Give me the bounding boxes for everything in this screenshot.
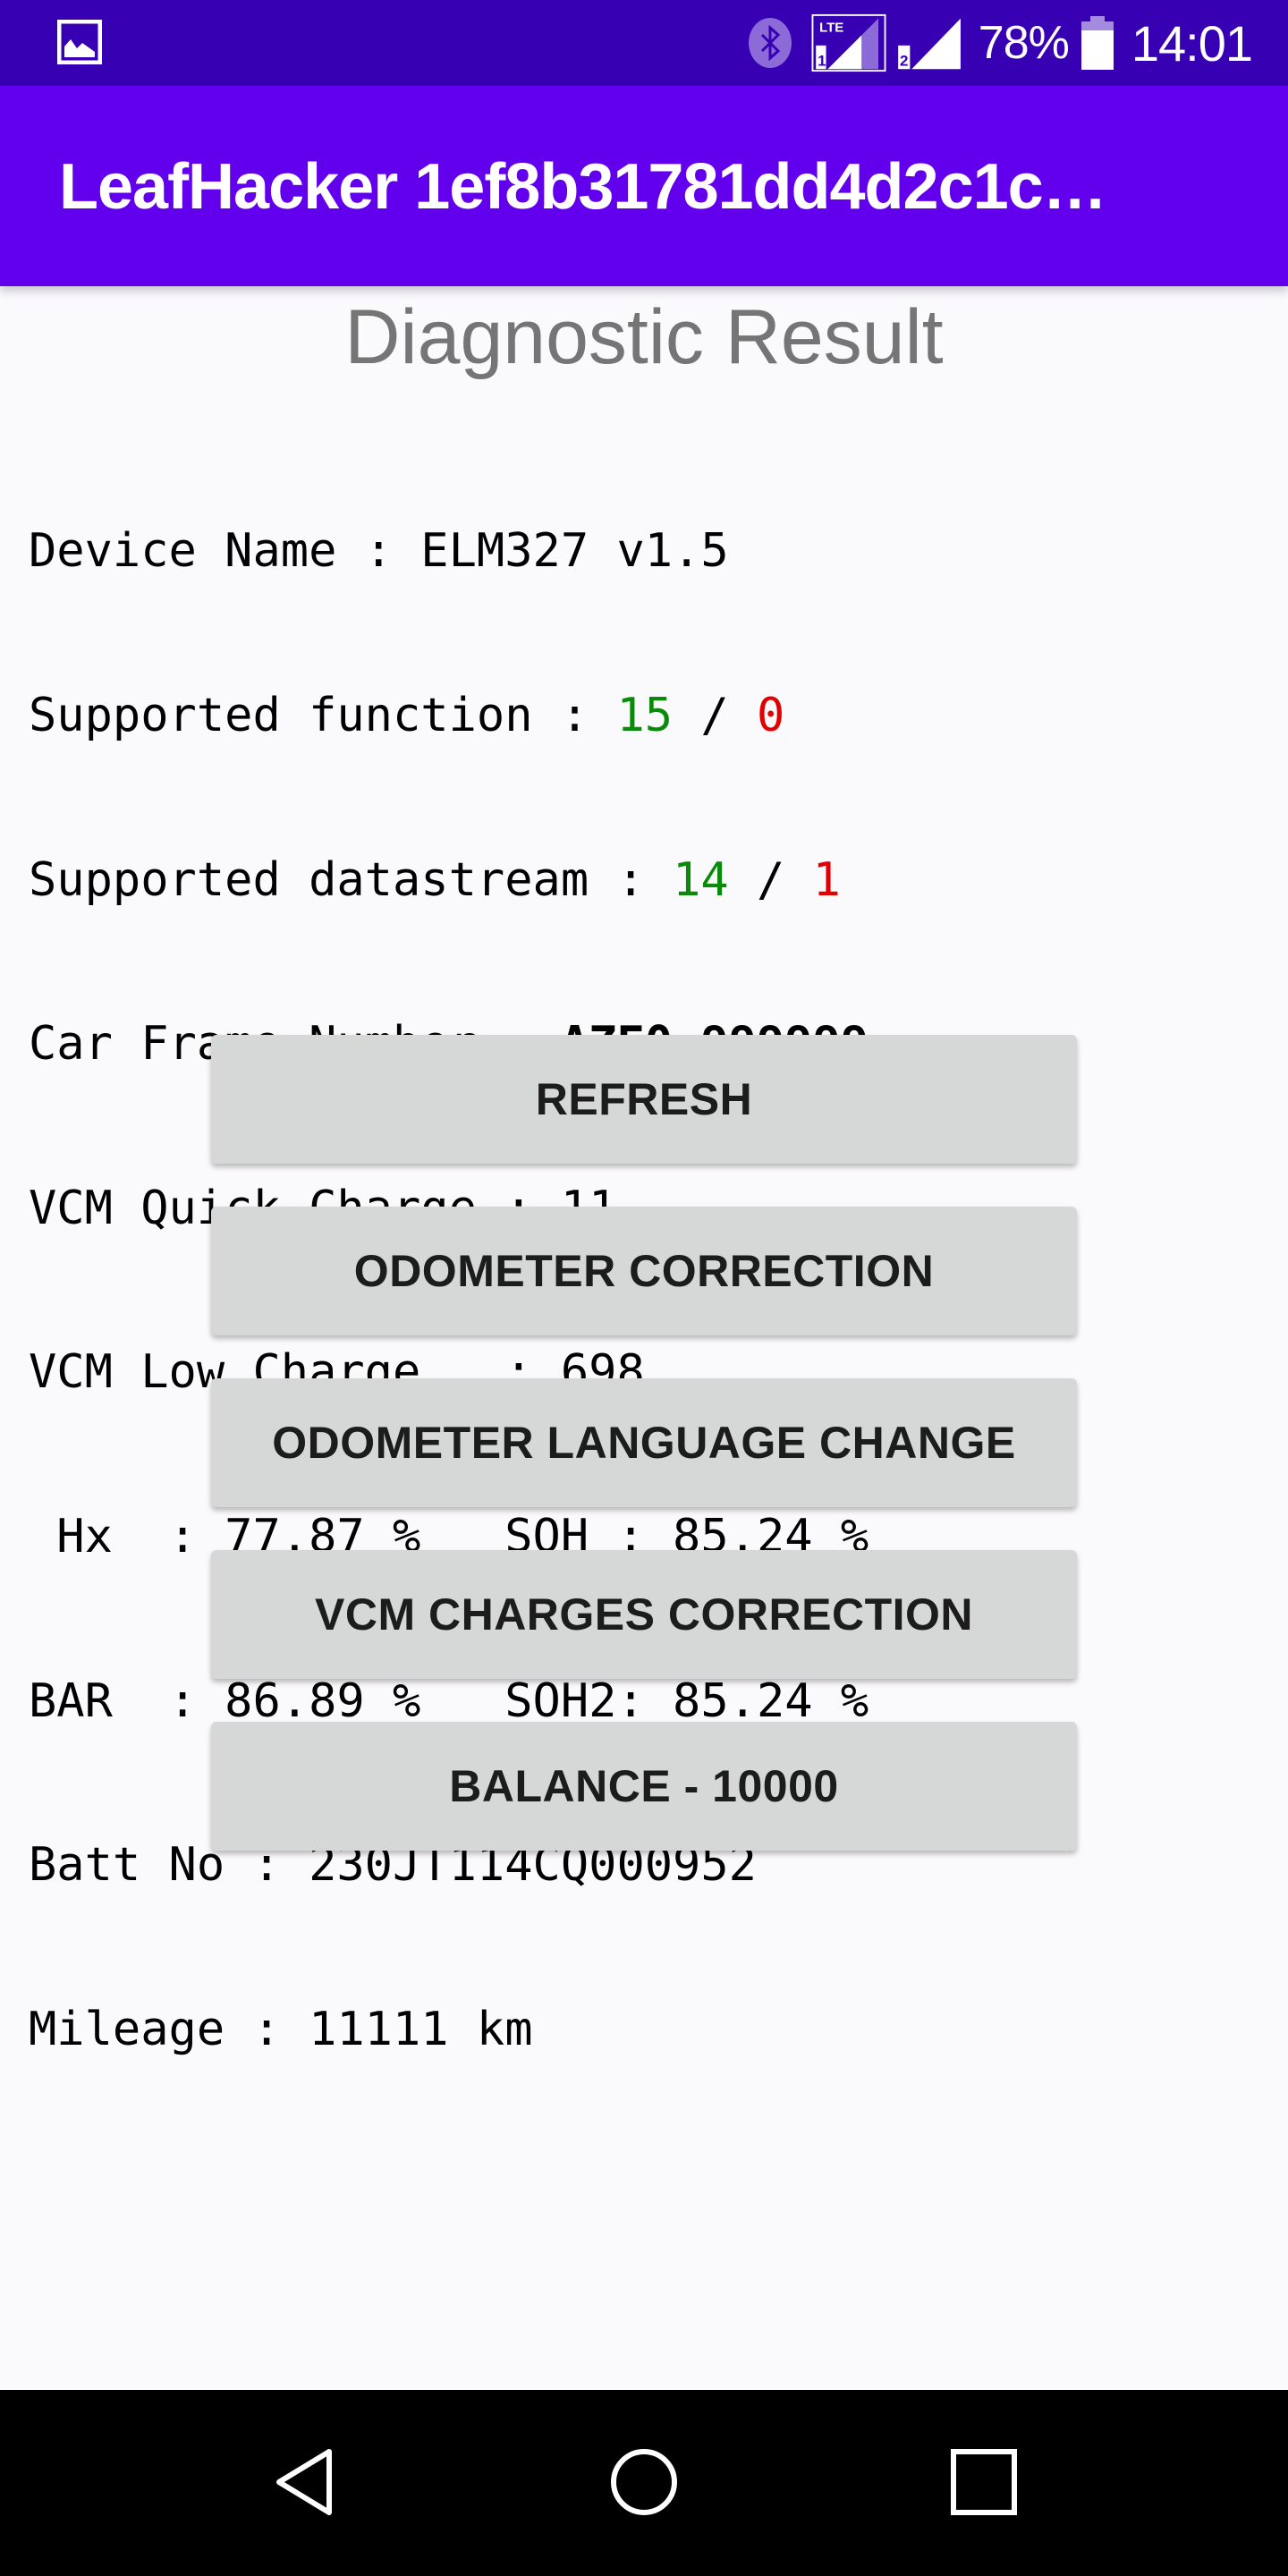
home-icon [611, 2449, 677, 2515]
supported-function-ok: 15 [616, 689, 674, 742]
gallery-icon [57, 20, 102, 64]
bar-soh2-row: BAR : 86.89 % SOH2: 85.24 % [29, 1674, 869, 1728]
sim2-signal-icon: 2 [897, 18, 961, 69]
vcm-charges-correction-button[interactable]: VCM CHARGES CORRECTION [211, 1550, 1077, 1679]
odometer-language-change-button[interactable]: ODOMETER LANGUAGE CHANGE [211, 1378, 1077, 1507]
app-bar: LeafHacker 1ef8b31781dd4d2c1c… [0, 86, 1288, 286]
status-bar: LTE 1 2 78% 14:01 [0, 0, 1288, 86]
battery-percent: 78% [978, 17, 1070, 69]
separator: / [673, 689, 757, 742]
supported-function-row: Supported function : 15 / 0 [29, 689, 869, 743]
mileage-row: Mileage : 11111 km [29, 2002, 533, 2056]
supported-datastream-ok: 14 [673, 852, 729, 907]
bluetooth-icon [748, 18, 792, 68]
status-icons: LTE 1 2 78% 14:01 [744, 0, 1253, 86]
svg-text:2: 2 [900, 52, 908, 69]
supported-datastream-label: Supported datastream : [29, 852, 674, 907]
device-name-label: Device Name : [29, 524, 421, 579]
refresh-button[interactable]: REFRESH [211, 1035, 1077, 1164]
device-name-row: Device Name : ELM327 v1.5 [29, 524, 869, 579]
supported-function-fail: 0 [757, 689, 785, 742]
navigation-bar [0, 2390, 1288, 2576]
separator: / [728, 852, 813, 907]
svg-text:LTE: LTE [819, 21, 843, 36]
page-title: Diagnostic Result [344, 294, 944, 380]
supported-datastream-fail: 1 [812, 852, 841, 907]
app-title: LeafHacker 1ef8b31781dd4d2c1c… [59, 151, 1107, 223]
sim1-lte-signal-icon: LTE 1 [811, 13, 886, 72]
device-name-value: ELM327 v1.5 [420, 524, 729, 579]
odometer-correction-button[interactable]: ODOMETER CORRECTION [211, 1207, 1077, 1335]
recents-button[interactable] [935, 2433, 1033, 2531]
recents-icon [951, 2449, 1017, 2515]
svg-text:1: 1 [818, 52, 826, 69]
supported-function-label: Supported function : [29, 689, 617, 742]
clock: 14:01 [1131, 14, 1253, 72]
supported-datastream-row: Supported datastream : 14 / 1 [29, 853, 869, 908]
back-button[interactable] [255, 2433, 353, 2531]
back-icon [276, 2449, 332, 2515]
home-button[interactable] [595, 2433, 693, 2531]
battery-icon [1080, 16, 1114, 70]
balance-button[interactable]: BALANCE - 10000 [211, 1722, 1077, 1851]
